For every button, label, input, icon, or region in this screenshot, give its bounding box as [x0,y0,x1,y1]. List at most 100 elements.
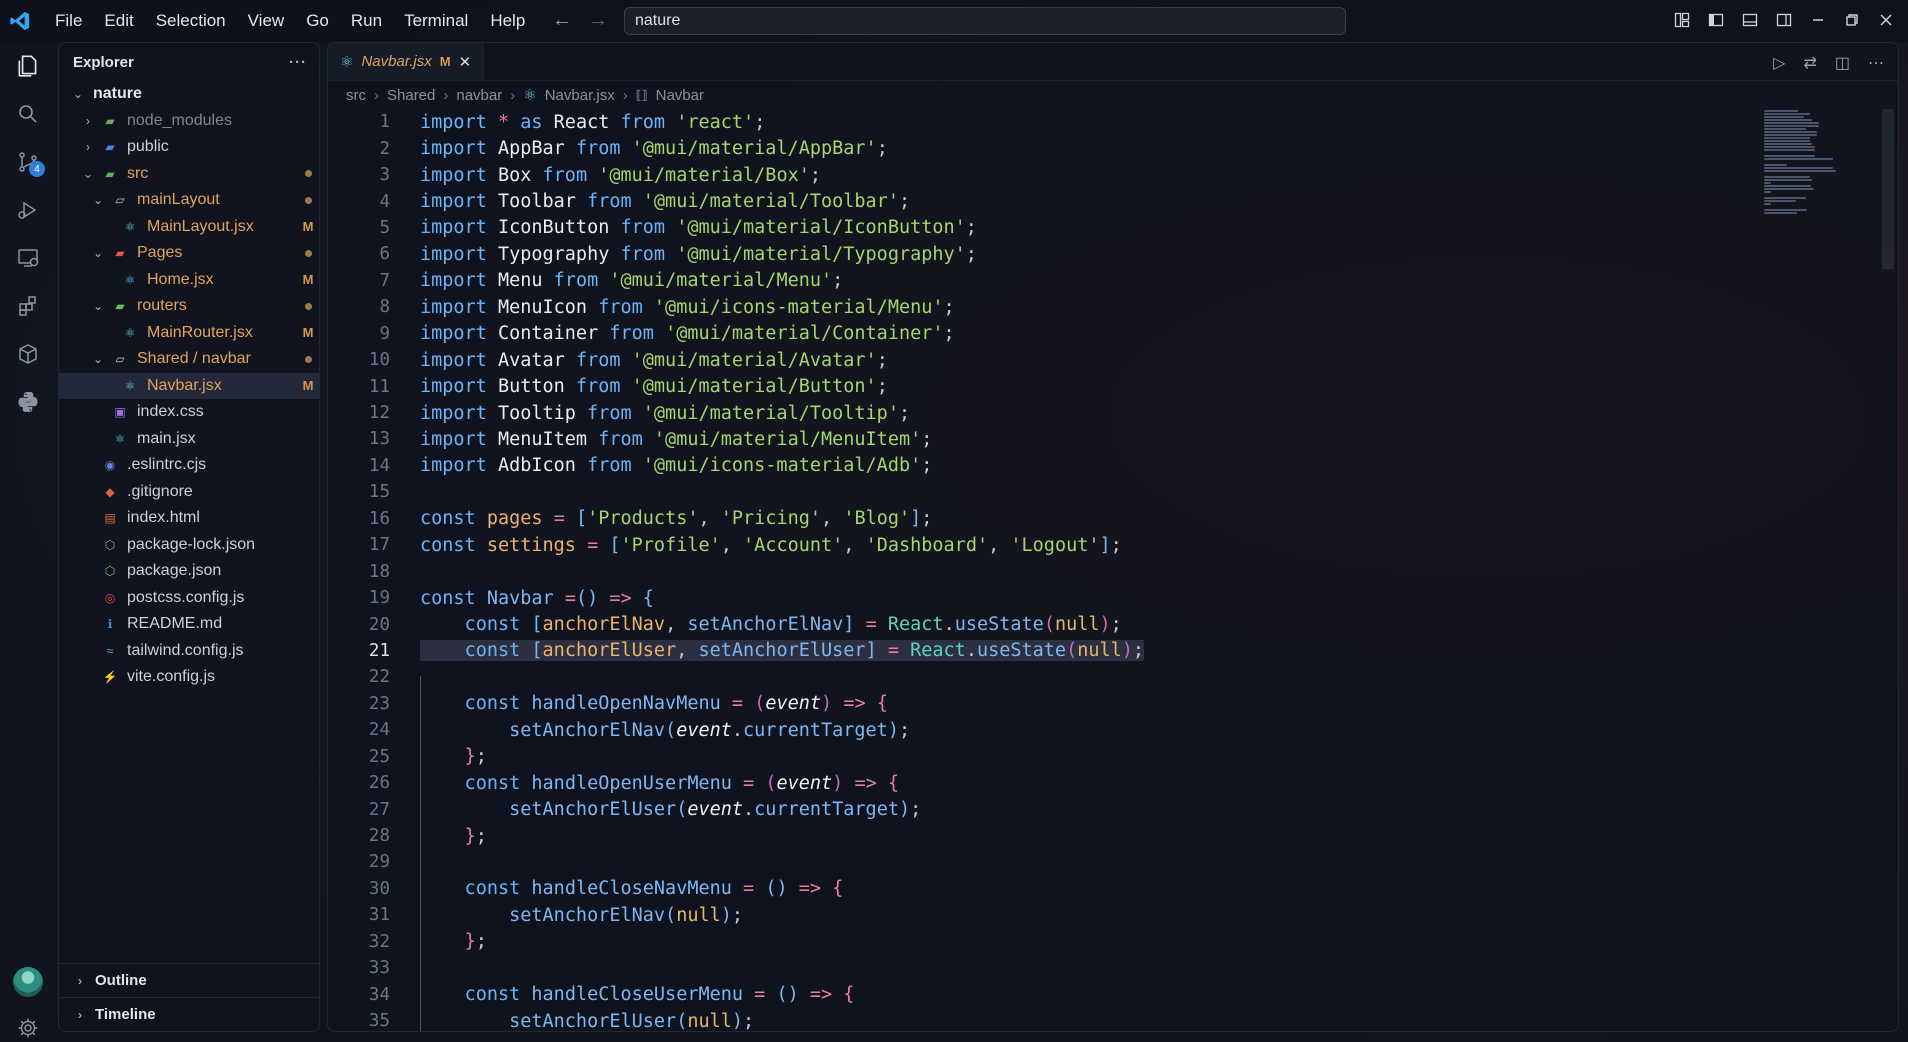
code-text: import MenuItem from '@mui/material/Menu… [420,428,933,450]
back-arrow-icon[interactable]: ← [552,9,572,32]
node-icon: ⬡ [104,564,116,579]
remote-explorer-icon[interactable] [0,234,56,282]
tree-item[interactable]: ⚛ MainLayout.jsx M [59,214,319,241]
tree-item[interactable]: ⌄ ▰ Pages [59,240,319,267]
minimap-line [1764,185,1812,187]
tree-item[interactable]: ⌄ ▰ routers [59,293,319,320]
tab-navbar-jsx[interactable]: ⚛ Navbar.jsx M ✕ [328,43,485,81]
react-icon: ⚛ [124,219,136,234]
tree-item-label: .gitignore [127,482,193,500]
timeline-section[interactable]: › Timeline [59,997,319,1031]
code-text: import IconButton from '@mui/material/Ic… [420,217,977,239]
tree-item[interactable]: ▤ index.html [59,505,319,532]
code-line: 14 import AdbIcon from '@mui/icons-materi… [328,453,1768,479]
tree-item[interactable]: ⬡ package-lock.json [59,532,319,559]
tree-item[interactable]: › ▰ node_modules [59,108,319,135]
tree-item[interactable]: ▣ index.css [59,399,319,426]
menu-item-terminal[interactable]: Terminal [393,11,479,31]
menu-item-run[interactable]: Run [340,11,393,31]
code-text: import * as React from 'react'; [420,111,766,133]
react-file-icon: ⚛ [523,87,537,104]
breadcrumb-item[interactable]: navbar [456,87,502,104]
editor-scrollbar-thumb[interactable] [1882,109,1894,269]
menu-item-help[interactable]: Help [479,11,536,31]
code-text: }; [464,931,487,953]
tree-item[interactable]: ◎ postcss.config.js [59,585,319,612]
code-line: 19 const Navbar =() => { [328,585,1768,611]
breadcrumb-item[interactable]: Navbar.jsx [545,87,615,104]
tree-item[interactable]: ⚛ MainRouter.jsx M [59,320,319,347]
breadcrumb-item[interactable]: Shared [387,87,435,104]
minimize-icon[interactable] [1808,10,1828,30]
extensions-icon[interactable] [0,282,56,330]
tree-item[interactable]: ◆ .gitignore [59,479,319,506]
tree-item[interactable]: ⚛ main.jsx [59,426,319,453]
tree-item-label: Pages [137,244,183,262]
line-number: 5 [379,217,390,238]
tree-item[interactable]: ⌄ ▱ mainLayout [59,187,319,214]
explorer-icon[interactable] [0,42,56,90]
forward-arrow-icon[interactable]: → [588,9,608,32]
line-number: 2 [379,138,390,159]
menu-item-file[interactable]: File [44,11,93,31]
more-actions-icon[interactable]: ⋯ [1868,53,1884,73]
close-tab-icon[interactable]: ✕ [459,53,472,71]
code-text: const handleCloseUserMenu = () => { [464,984,855,1006]
code-line: 4 import Toolbar from '@mui/material/Tool… [328,188,1768,214]
source-control-icon[interactable]: 4 [0,138,56,186]
title-bar: File Edit Selection View Go Run Terminal Help ←… [0,0,1908,42]
modified-dot [297,355,319,363]
customize-layout-icon[interactable] [1672,10,1692,30]
run-file-icon[interactable]: ▷ [1773,53,1785,73]
modified-dot [297,170,319,178]
chevron-down-icon: ⌄ [82,166,94,181]
python-icon[interactable] [0,378,56,426]
search-icon[interactable] [0,90,56,138]
command-center-search[interactable]: nature [624,7,1346,35]
split-editor-icon[interactable]: ◫ [1835,53,1850,73]
run-debug-icon[interactable] [0,186,56,234]
close-window-icon[interactable] [1876,10,1896,30]
toggle-panel-icon[interactable] [1740,10,1760,30]
toggle-secondary-sidebar-icon[interactable] [1774,10,1794,30]
code-editor[interactable]: 1 import * as React from 'react'; 2 import … [328,109,1768,1032]
menu-item-view[interactable]: View [237,11,296,31]
minimap-line [1764,191,1771,193]
more-actions-icon[interactable]: ··· [289,54,307,71]
line-number: 18 [368,561,390,582]
tree-item[interactable]: ⚛ Navbar.jsx M [59,372,319,399]
compare-changes-icon[interactable]: ⇄ [1803,53,1816,73]
tree-item[interactable]: ⬡ package.json [59,558,319,585]
restore-icon[interactable] [1842,10,1862,30]
breadcrumb-separator-icon: › [622,86,628,104]
tree-item[interactable]: ⚛ Home.jsx M [59,267,319,294]
tree-item[interactable]: ≈ tailwind.config.js [59,638,319,665]
containers-icon[interactable] [0,330,56,378]
menu-item-edit[interactable]: Edit [93,11,144,31]
menu-item-selection[interactable]: Selection [145,11,237,31]
tree-root-nature[interactable]: ⌄ nature [59,81,319,108]
code-line: 22 [328,664,1768,690]
tree-item[interactable]: ◉ .eslintrc.cjs [59,452,319,479]
menu-item-go[interactable]: Go [295,11,340,31]
code-text: import Box from '@mui/material/Box'; [420,164,821,186]
code-line: 32 }; [328,929,1768,955]
tree-item[interactable]: ⌄ ▰ src [59,161,319,188]
breadcrumb-item[interactable]: src [346,87,366,104]
tree-item[interactable]: ℹ README.md [59,611,319,638]
react-file-icon: ⚛ [340,53,354,71]
toggle-primary-sidebar-icon[interactable] [1706,10,1726,30]
chevron-down-icon: ⌄ [72,87,84,102]
tree-item[interactable]: ⌄ ▱ Shared / navbar [59,346,319,373]
tree-item[interactable]: › ▰ public [59,134,319,161]
account-avatar-icon[interactable] [0,958,56,1006]
outline-section[interactable]: › Outline [59,963,319,997]
minimap[interactable] [1764,109,1884,479]
line-number: 35 [368,1011,390,1032]
minimap-line [1764,164,1788,166]
settings-gear-icon[interactable] [0,1004,56,1042]
symbol-icon: ⟦⟧ [635,88,648,102]
tree-item[interactable]: ⚡ vite.config.js [59,664,319,691]
minimap-line [1764,212,1797,214]
breadcrumb-item[interactable]: Navbar [656,87,704,104]
